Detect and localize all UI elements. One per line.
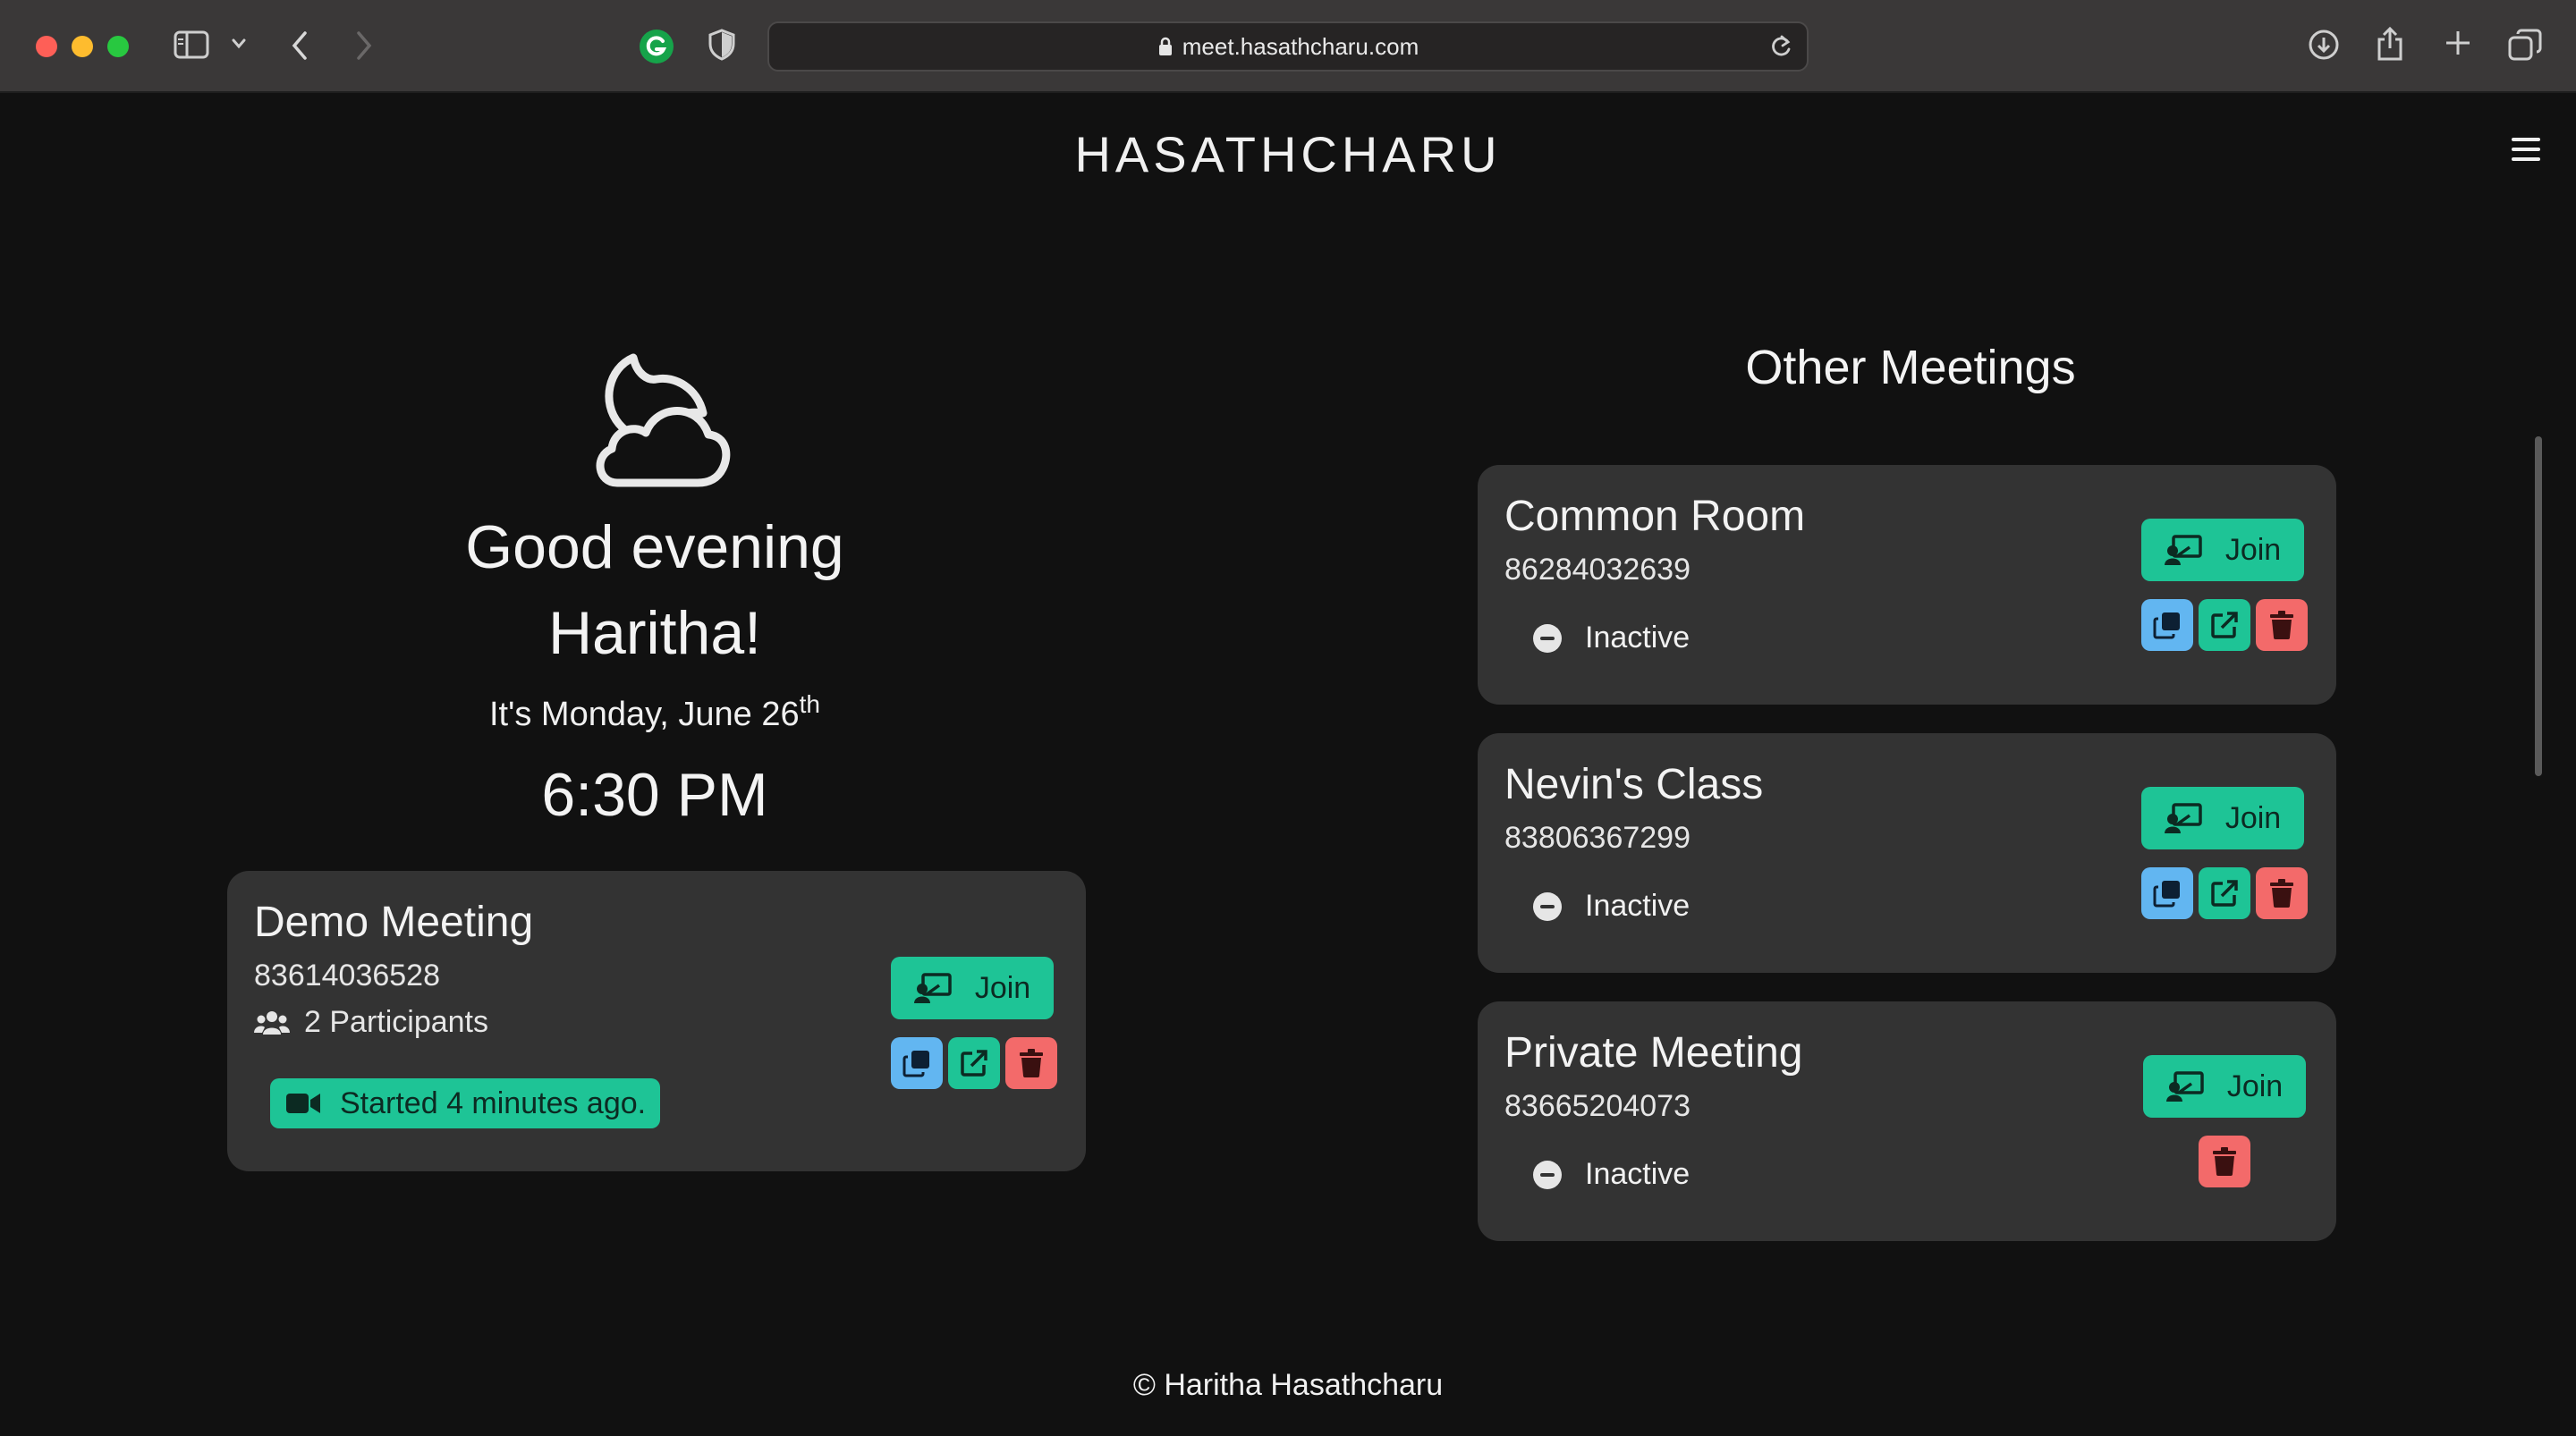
shield-icon[interactable] (708, 29, 735, 61)
meeting-id: 83614036528 (254, 959, 441, 993)
delete-button[interactable] (2256, 599, 2308, 651)
browser-window: meet.hasathcharu.com HASATHCHARU Good ev… (0, 0, 2576, 1436)
presentation-icon (2165, 1071, 2204, 1102)
other-meetings-heading: Other Meetings (1745, 341, 2076, 394)
inactive-icon (1533, 891, 1562, 921)
greeting-line: Good evening (465, 513, 844, 581)
presentation-icon (2164, 535, 2202, 565)
meeting-card: Private Meeting 83665204073 Inactive Joi… (1478, 1001, 2336, 1241)
external-link-icon (961, 1050, 987, 1077)
join-button-label: Join (974, 970, 1031, 1005)
copy-icon (2153, 881, 2180, 908)
join-button-label: Join (2224, 532, 2282, 567)
current-meeting-card: Demo Meeting 83614036528 2 Participants … (227, 871, 1086, 1171)
inactive-icon (1533, 623, 1562, 653)
back-arrow-icon[interactable] (290, 30, 309, 61)
menu-icon[interactable] (2512, 138, 2540, 161)
page-content: HASATHCHARU Good evening Haritha! It's M… (0, 93, 2576, 1436)
minimize-window-button[interactable] (72, 36, 93, 57)
open-external-button[interactable] (948, 1037, 1000, 1089)
join-button[interactable]: Join (2141, 787, 2304, 849)
external-link-icon (2211, 612, 2238, 638)
copy-link-button[interactable] (2141, 867, 2193, 919)
presentation-icon (2164, 803, 2202, 833)
browser-toolbar: meet.hasathcharu.com (0, 0, 2576, 93)
meeting-status: Inactive (1533, 1157, 1690, 1192)
meeting-status-text: Inactive (1585, 1157, 1690, 1191)
chevron-down-icon[interactable] (231, 38, 247, 50)
delete-button[interactable] (1005, 1037, 1057, 1089)
meeting-card: Nevin's Class 83806367299 Inactive Join (1478, 733, 2336, 973)
meeting-status: Inactive (1533, 621, 1690, 655)
date-main: It's Monday, June 26 (489, 696, 800, 733)
share-icon[interactable] (2376, 25, 2404, 63)
meeting-status-text: Inactive (1585, 621, 1690, 655)
close-window-button[interactable] (36, 36, 57, 57)
open-external-button[interactable] (2199, 599, 2250, 651)
copy-link-button[interactable] (891, 1037, 943, 1089)
meeting-id: 83806367299 (1504, 821, 1691, 855)
trash-icon (2270, 879, 2293, 908)
status-badge-text: Started 4 minutes ago. (340, 1085, 647, 1120)
downloads-icon[interactable] (2308, 29, 2340, 61)
delete-button[interactable] (2199, 1136, 2250, 1187)
open-external-button[interactable] (2199, 867, 2250, 919)
join-button[interactable]: Join (891, 957, 1054, 1019)
grammarly-icon[interactable] (639, 29, 674, 64)
meeting-card: Common Room 86284032639 Inactive Join (1478, 465, 2336, 705)
date-text: It's Monday, June 26th (225, 690, 1084, 734)
meeting-title: Demo Meeting (254, 899, 534, 946)
copy-icon (2153, 612, 2180, 639)
participants-icon (254, 1010, 290, 1035)
external-link-icon (2211, 880, 2238, 907)
meeting-id: 86284032639 (1504, 553, 1691, 587)
forward-arrow-icon[interactable] (354, 30, 374, 61)
copy-link-button[interactable] (2141, 599, 2193, 651)
presentation-icon (913, 973, 952, 1003)
sidebar-toggle-icon[interactable] (174, 30, 209, 59)
scrollbar[interactable] (2535, 436, 2542, 776)
reload-icon[interactable] (1769, 34, 1792, 63)
participants-row: 2 Participants (254, 1005, 488, 1040)
lock-icon (1158, 37, 1172, 55)
join-button[interactable]: Join (2141, 519, 2304, 581)
inactive-icon (1533, 1160, 1562, 1189)
tab-overview-icon[interactable] (2508, 29, 2542, 61)
meeting-status-text: Inactive (1585, 889, 1690, 923)
greeting-text: Good evening Haritha! (225, 504, 1084, 676)
new-tab-plus-icon[interactable] (2444, 29, 2472, 57)
moon-cloud-icon (581, 349, 733, 492)
join-button-label: Join (2226, 1069, 2284, 1103)
trash-icon (1020, 1049, 1043, 1077)
zoom-window-button[interactable] (107, 36, 129, 57)
url-text: meet.hasathcharu.com (1182, 32, 1419, 60)
video-camera-icon (286, 1094, 320, 1113)
meeting-title: Common Room (1504, 493, 1806, 540)
greeting-name: Haritha! (547, 599, 762, 667)
meeting-status: Inactive (1533, 889, 1690, 924)
brand-logo[interactable]: HASATHCHARU (0, 125, 2576, 183)
join-button[interactable]: Join (2143, 1055, 2306, 1118)
trash-icon (2213, 1147, 2236, 1176)
footer-copyright: © Haritha Hasathcharu (1132, 1368, 1444, 1402)
address-bar[interactable]: meet.hasathcharu.com (767, 21, 1809, 72)
copy-icon (902, 1051, 929, 1077)
delete-button[interactable] (2256, 867, 2308, 919)
meeting-title: Nevin's Class (1504, 761, 1764, 808)
participants-count: 2 Participants (304, 1005, 488, 1039)
status-badge: Started 4 minutes ago. (270, 1078, 661, 1128)
meeting-title: Private Meeting (1504, 1029, 1803, 1077)
time-text: 6:30 PM (541, 761, 768, 829)
trash-icon (2270, 611, 2293, 639)
date-ordinal: th (799, 690, 820, 718)
meeting-id: 83665204073 (1504, 1089, 1691, 1123)
join-button-label: Join (2224, 800, 2282, 835)
